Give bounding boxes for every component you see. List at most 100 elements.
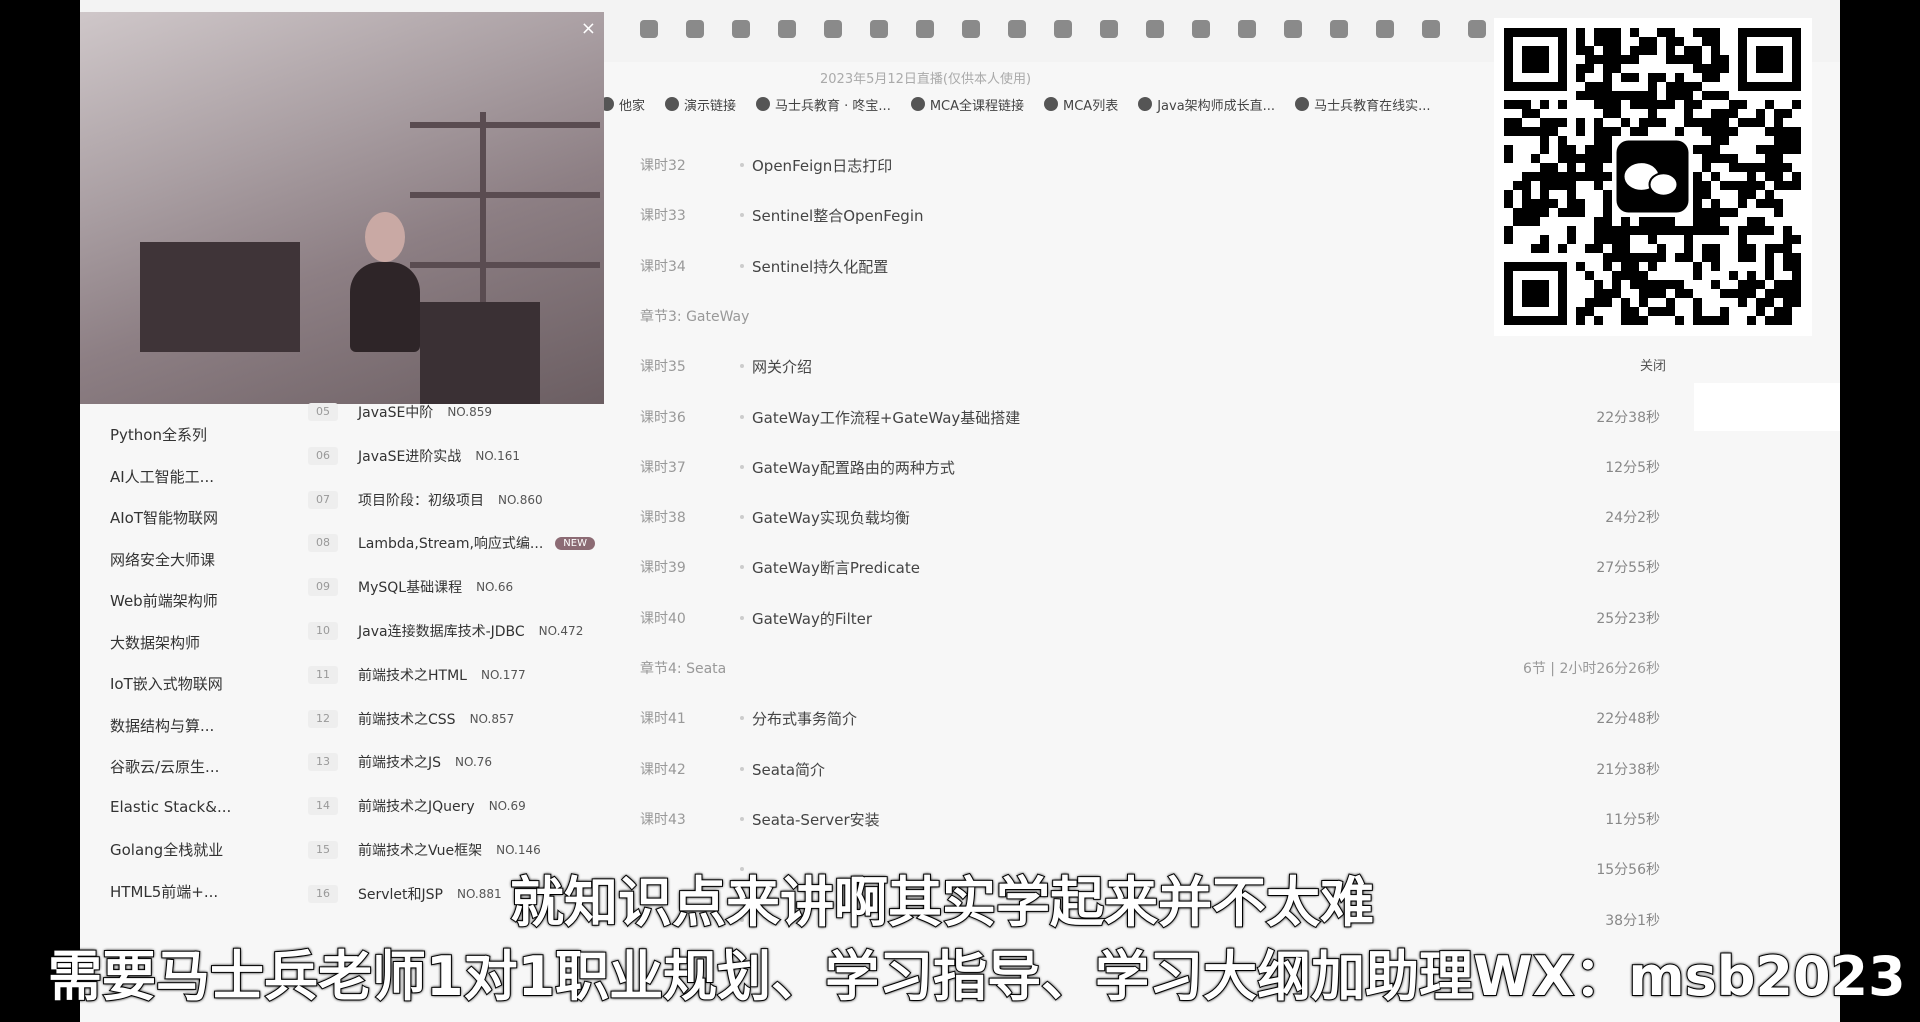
sidebar-item[interactable]: Web前端架构师	[110, 590, 218, 611]
divider-dot	[740, 213, 744, 218]
bookmark-icon	[1295, 97, 1310, 111]
tab-icon[interactable]	[916, 20, 934, 38]
sidebar-item[interactable]: Golang全栈就业	[110, 839, 223, 860]
course-row[interactable]: 05 JavaSE中阶 NO.859	[308, 400, 492, 424]
sidebar-item[interactable]: 大数据架构师	[110, 632, 200, 653]
new-badge: NEW	[555, 536, 595, 550]
lesson-duration: 25分23秒	[1596, 610, 1660, 627]
course-row[interactable]: 11 前端技术之HTML NO.177	[308, 663, 526, 687]
divider-dot	[740, 565, 744, 570]
sidebar-item[interactable]: 数据结构与算...	[110, 715, 214, 736]
course-number: 06	[308, 446, 338, 465]
tab-icon[interactable]	[870, 20, 888, 38]
course-row[interactable]: 10 Java连接数据库技术-JDBC NO.472	[308, 619, 583, 643]
tab-icon[interactable]	[1146, 20, 1164, 38]
bookmark-item[interactable]: Java架构师成长直...	[1138, 95, 1275, 114]
bookmark-item[interactable]: 马士兵教育在线实...	[1295, 95, 1430, 114]
divider-dot	[740, 816, 744, 821]
bookmark-item[interactable]: MCA全课程链接	[910, 95, 1024, 114]
lesson-row[interactable]: 课时42 Seata简介 21分38秒	[640, 754, 1660, 784]
lesson-title: GateWay的Filter	[752, 609, 873, 628]
course-row[interactable]: 07 项目阶段：初级项目 NO.860	[308, 488, 543, 512]
sidebar-item[interactable]: IoT嵌入式物联网	[110, 673, 223, 694]
sidebar-item[interactable]: 谷歌云/云原生...	[110, 756, 219, 777]
course-row[interactable]: 12 前端技术之CSS NO.857	[308, 707, 514, 731]
tab-icon[interactable]	[778, 20, 796, 38]
course-no: NO.146	[496, 843, 541, 857]
course-row[interactable]: 15 前端技术之Vue框架 NO.146	[308, 838, 541, 862]
course-title: 前端技术之HTML	[358, 667, 467, 684]
lesson-row[interactable]: 课时39 GateWay断言Predicate 27分55秒	[640, 552, 1660, 582]
course-title: JavaSE进阶实战	[358, 448, 462, 465]
sidebar-item[interactable]: Elastic Stack&...	[110, 798, 231, 816]
tab-icon[interactable]	[962, 20, 980, 38]
close-icon[interactable]: ×	[581, 18, 596, 39]
bookmark-item[interactable]: 马士兵教育 · 咚宝...	[756, 95, 891, 114]
sidebar-item[interactable]: AI人工智能工...	[110, 466, 214, 487]
lesson-tag: 课时39	[640, 560, 686, 577]
divider-dot	[740, 163, 744, 167]
lesson-duration: 22分48秒	[1596, 711, 1660, 728]
course-title: MySQL基础课程	[358, 580, 463, 597]
tab-icon[interactable]	[1284, 20, 1302, 38]
tab-icon[interactable]	[732, 20, 750, 38]
course-no: NO.161	[475, 448, 520, 463]
lesson-row[interactable]: 课时35 网关介绍	[640, 351, 1660, 381]
tab-icon[interactable]	[1238, 20, 1256, 38]
chapter-header[interactable]: 章节4: Seata 6节 | 2小时26分26秒	[640, 653, 1660, 683]
mouse-cursor-icon: ➤	[1842, 912, 1859, 936]
tab-icon[interactable]	[1468, 20, 1486, 38]
lesson-row[interactable]: 课时40 GateWay的Filter 25分23秒	[640, 603, 1660, 633]
lesson-duration: 24分2秒	[1605, 510, 1660, 527]
course-no: NO.472	[538, 624, 584, 638]
bookmark-item[interactable]: MCA列表	[1044, 95, 1118, 114]
divider-dot	[740, 766, 744, 771]
qr-close-button[interactable]: 关闭	[1640, 355, 1666, 374]
tab-icon[interactable]	[1008, 20, 1026, 38]
course-number: 05	[308, 403, 338, 421]
course-title: 前端技术之Vue框架	[358, 843, 483, 859]
bookmark-item[interactable]: 演示链接	[665, 95, 736, 114]
divider-dot	[740, 615, 744, 620]
sidebar-item[interactable]: Python全系列	[110, 424, 207, 445]
sidebar-item[interactable]: HTML5前端+...	[110, 881, 218, 902]
course-row[interactable]: 14 前端技术之JQuery NO.69	[308, 794, 526, 818]
divider-dot	[740, 263, 744, 268]
lesson-duration: 11分5秒	[1605, 811, 1660, 828]
course-row[interactable]: 16 Servlet和JSP NO.881	[308, 882, 502, 906]
course-title: 前端技术之CSS	[358, 711, 456, 728]
lesson-row[interactable]: 课时38 GateWay实现负载均衡 24分2秒	[640, 502, 1660, 532]
lesson-title: 网关介绍	[752, 358, 813, 377]
tab-icon[interactable]	[1192, 20, 1210, 38]
lesson-title: Sentinel整合OpenFegin	[752, 207, 924, 226]
course-row[interactable]: 13 前端技术之JS NO.76	[308, 750, 492, 774]
tab-icon[interactable]	[1330, 20, 1348, 38]
sidebar-item[interactable]: 网络安全大师课	[110, 549, 215, 570]
lesson-tag: 课时34	[640, 258, 686, 275]
lesson-row[interactable]: 课时36 GateWay工作流程+GateWay基础搭建 22分38秒	[640, 402, 1660, 432]
lesson-title: GateWay实现负载均衡	[752, 509, 910, 528]
course-number: 08	[308, 534, 338, 553]
course-title: 前端技术之JS	[358, 755, 442, 772]
sidebar-item[interactable]: AIoT智能物联网	[110, 507, 218, 528]
window-title: 2023年5月12日直播(仅供本人使用)	[820, 72, 1032, 87]
tab-icon[interactable]	[1422, 20, 1440, 38]
bookmark-item[interactable]: 他家	[600, 95, 645, 114]
course-title: JavaSE中阶	[358, 405, 434, 421]
course-row[interactable]: 06 JavaSE进阶实战 NO.161	[308, 444, 520, 468]
tab-icon[interactable]	[1376, 20, 1394, 38]
tab-icon[interactable]	[1100, 20, 1118, 38]
lesson-duration: 15分56秒	[1596, 862, 1660, 879]
lesson-row[interactable]: 课时41 分布式事务简介 22分48秒	[640, 703, 1660, 733]
tab-icon[interactable]	[1054, 20, 1072, 38]
tab-icon[interactable]	[640, 20, 658, 38]
tab-icon[interactable]	[824, 20, 842, 38]
tab-icon[interactable]	[686, 20, 704, 38]
course-row[interactable]: 08 Lambda,Stream,响应式编... NEW	[308, 531, 595, 555]
course-row[interactable]: 09 MySQL基础课程 NO.66	[308, 575, 513, 599]
subtitle-line-2: 需要马士兵老师1对1职业规划、学习指导、学习大纲加助理WX：msb2023	[47, 944, 1907, 1009]
lesson-duration: 22分38秒	[1596, 409, 1660, 426]
lesson-row[interactable]: 课时43 Seata-Server安装 11分5秒	[640, 804, 1660, 834]
panel-header	[1694, 383, 1840, 431]
lesson-row[interactable]: 课时37 GateWay配置路由的两种方式 12分5秒	[640, 452, 1660, 482]
